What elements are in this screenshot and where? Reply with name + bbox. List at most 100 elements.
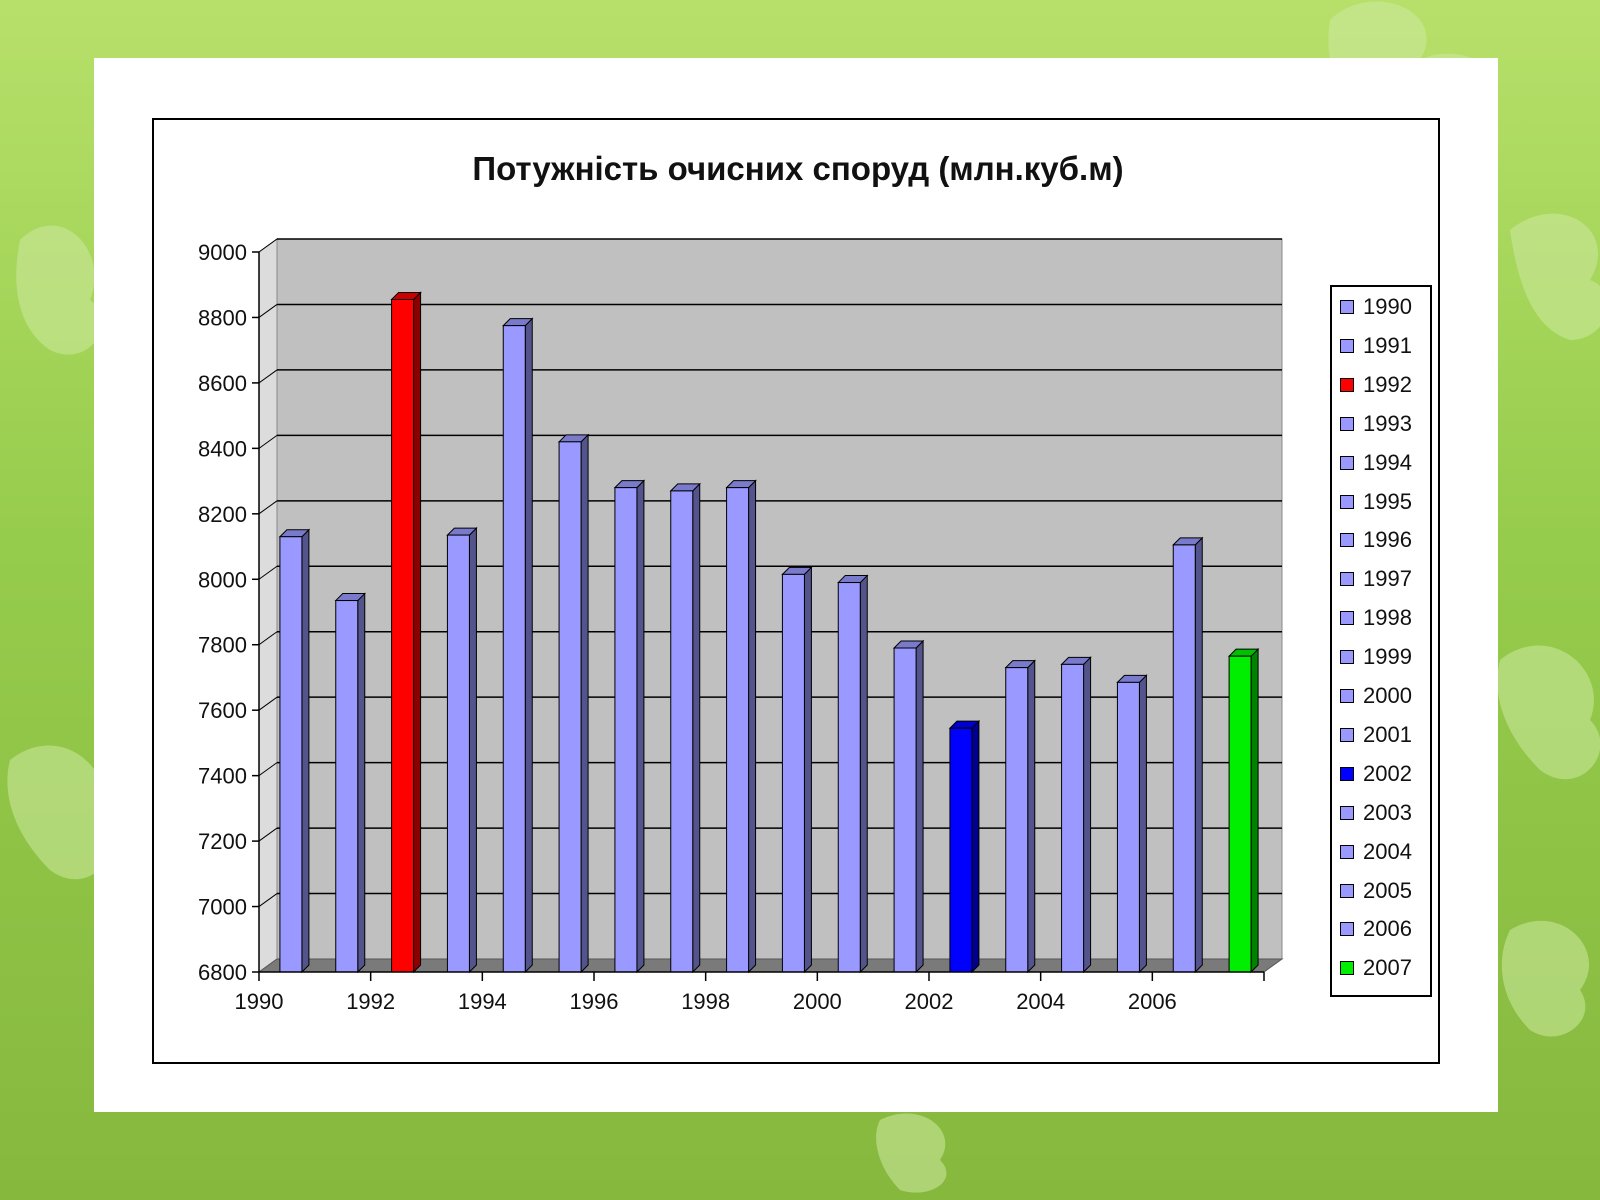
legend-label: 2001	[1363, 721, 1412, 747]
legend-label: 2003	[1363, 799, 1412, 825]
legend-label: 1994	[1363, 449, 1412, 475]
legend-item: 1996	[1340, 527, 1412, 553]
x-tick-label: 2000	[793, 989, 842, 1014]
bar-2006	[1172, 544, 1196, 973]
bar-2005	[1116, 681, 1140, 973]
bar-side	[1194, 536, 1203, 974]
legend-item: 1991	[1340, 332, 1412, 358]
x-tick-label: 1998	[681, 989, 730, 1014]
bar-2003	[1005, 667, 1029, 973]
bar-1998	[726, 487, 750, 973]
bar-1997	[670, 490, 694, 973]
legend-item: 2003	[1340, 799, 1412, 825]
bar-side	[357, 592, 366, 974]
legend-label: 2006	[1363, 916, 1412, 942]
legend-item: 1993	[1340, 410, 1412, 436]
legend-label: 1996	[1363, 527, 1412, 553]
legend-swatch	[1340, 377, 1354, 392]
bar-side	[468, 526, 477, 974]
bar-2001	[893, 647, 917, 973]
y-tick-label: 8200	[198, 502, 247, 527]
x-tick-label: 1990	[235, 989, 284, 1014]
bar-side	[915, 639, 924, 974]
legend-label: 1993	[1363, 410, 1412, 436]
y-tick-label: 9000	[198, 240, 247, 265]
legend-label: 1999	[1363, 644, 1412, 670]
bar-side	[692, 482, 701, 974]
legend-label: 2000	[1363, 683, 1412, 708]
legend-label: 1990	[1363, 294, 1412, 319]
bar-side	[748, 479, 757, 974]
legend-label: 2002	[1363, 760, 1412, 786]
bar-1992	[391, 298, 415, 973]
legend-item: 1997	[1340, 566, 1412, 592]
legend-swatch	[1340, 300, 1354, 314]
y-tick-label: 6800	[198, 960, 247, 985]
legend-swatch	[1340, 961, 1354, 976]
legend-label: 1998	[1363, 605, 1412, 631]
y-tick-label: 8600	[198, 371, 247, 396]
x-tick-label: 1994	[458, 989, 507, 1014]
y-tick-label: 7800	[198, 633, 247, 658]
y-tick-label: 7600	[198, 698, 247, 723]
x-tick-label: 2004	[1016, 989, 1065, 1014]
legend-label: 1997	[1363, 566, 1412, 592]
chart-legend: 1990 1991 1992 1993 1994 1995 1996 1997 1998 1999…	[1330, 285, 1432, 997]
bar-side	[1083, 656, 1092, 974]
legend-label: 2005	[1363, 877, 1412, 903]
x-tick-label: 2002	[905, 989, 954, 1014]
legend-label: 2007	[1363, 955, 1412, 981]
bar-side	[524, 317, 533, 974]
bar-1990	[279, 536, 303, 973]
legend-swatch	[1340, 611, 1354, 626]
legend-item: 2000	[1340, 683, 1412, 708]
y-tick-label: 8400	[198, 436, 247, 461]
x-tick-label: 2006	[1128, 989, 1177, 1014]
bar-2004	[1061, 663, 1085, 973]
bar-2000	[837, 582, 861, 973]
legend-label: 1992	[1363, 371, 1412, 397]
legend-swatch	[1340, 689, 1354, 703]
legend-item: 1998	[1340, 605, 1412, 631]
y-tick-label: 7200	[198, 829, 247, 854]
legend-swatch	[1340, 727, 1354, 742]
bar-side	[1250, 647, 1259, 974]
bar-side	[803, 566, 812, 974]
legend-item: 2006	[1340, 916, 1412, 942]
x-tick-label: 1992	[346, 989, 395, 1014]
bar-side	[971, 719, 980, 974]
bar-side	[859, 574, 868, 974]
chart-frame: Потужність очисних споруд (млн.куб.м) 68…	[152, 118, 1440, 1064]
legend-item: 2007	[1340, 955, 1412, 981]
legend-item: 2005	[1340, 877, 1412, 903]
bar-side	[301, 528, 310, 974]
bar-chart: 6800 7000 7200 7400 7600 7800 8000 8200 8400 8600…	[198, 238, 1284, 1014]
legend-label: 1995	[1363, 488, 1412, 514]
bar-side	[636, 479, 645, 974]
legend-swatch	[1340, 766, 1354, 781]
legend-item: 1995	[1340, 488, 1412, 514]
legend-swatch	[1340, 455, 1354, 470]
legend-item: 1994	[1340, 449, 1412, 475]
legend-swatch	[1340, 883, 1354, 898]
legend-item: 1990	[1340, 294, 1412, 319]
y-tick-label: 7400	[198, 764, 247, 789]
bar-2002	[949, 727, 973, 973]
legend-item: 2004	[1340, 839, 1412, 864]
legend-swatch	[1340, 805, 1354, 820]
bar-2007	[1228, 655, 1252, 973]
bar-1991	[335, 600, 359, 973]
y-tick-label: 8800	[198, 305, 247, 330]
legend-swatch	[1340, 338, 1354, 353]
legend-label: 1991	[1363, 332, 1412, 358]
legend-swatch	[1340, 844, 1354, 859]
x-tick-label: 1996	[570, 989, 619, 1014]
bar-1999	[781, 573, 805, 973]
legend-item: 2001	[1340, 721, 1412, 747]
y-tick-label: 8000	[198, 567, 247, 592]
bar-1993	[446, 534, 470, 973]
legend-swatch	[1340, 572, 1354, 587]
legend-item: 1999	[1340, 644, 1412, 670]
bar-1996	[614, 487, 638, 973]
plot-side-wall	[258, 238, 278, 973]
